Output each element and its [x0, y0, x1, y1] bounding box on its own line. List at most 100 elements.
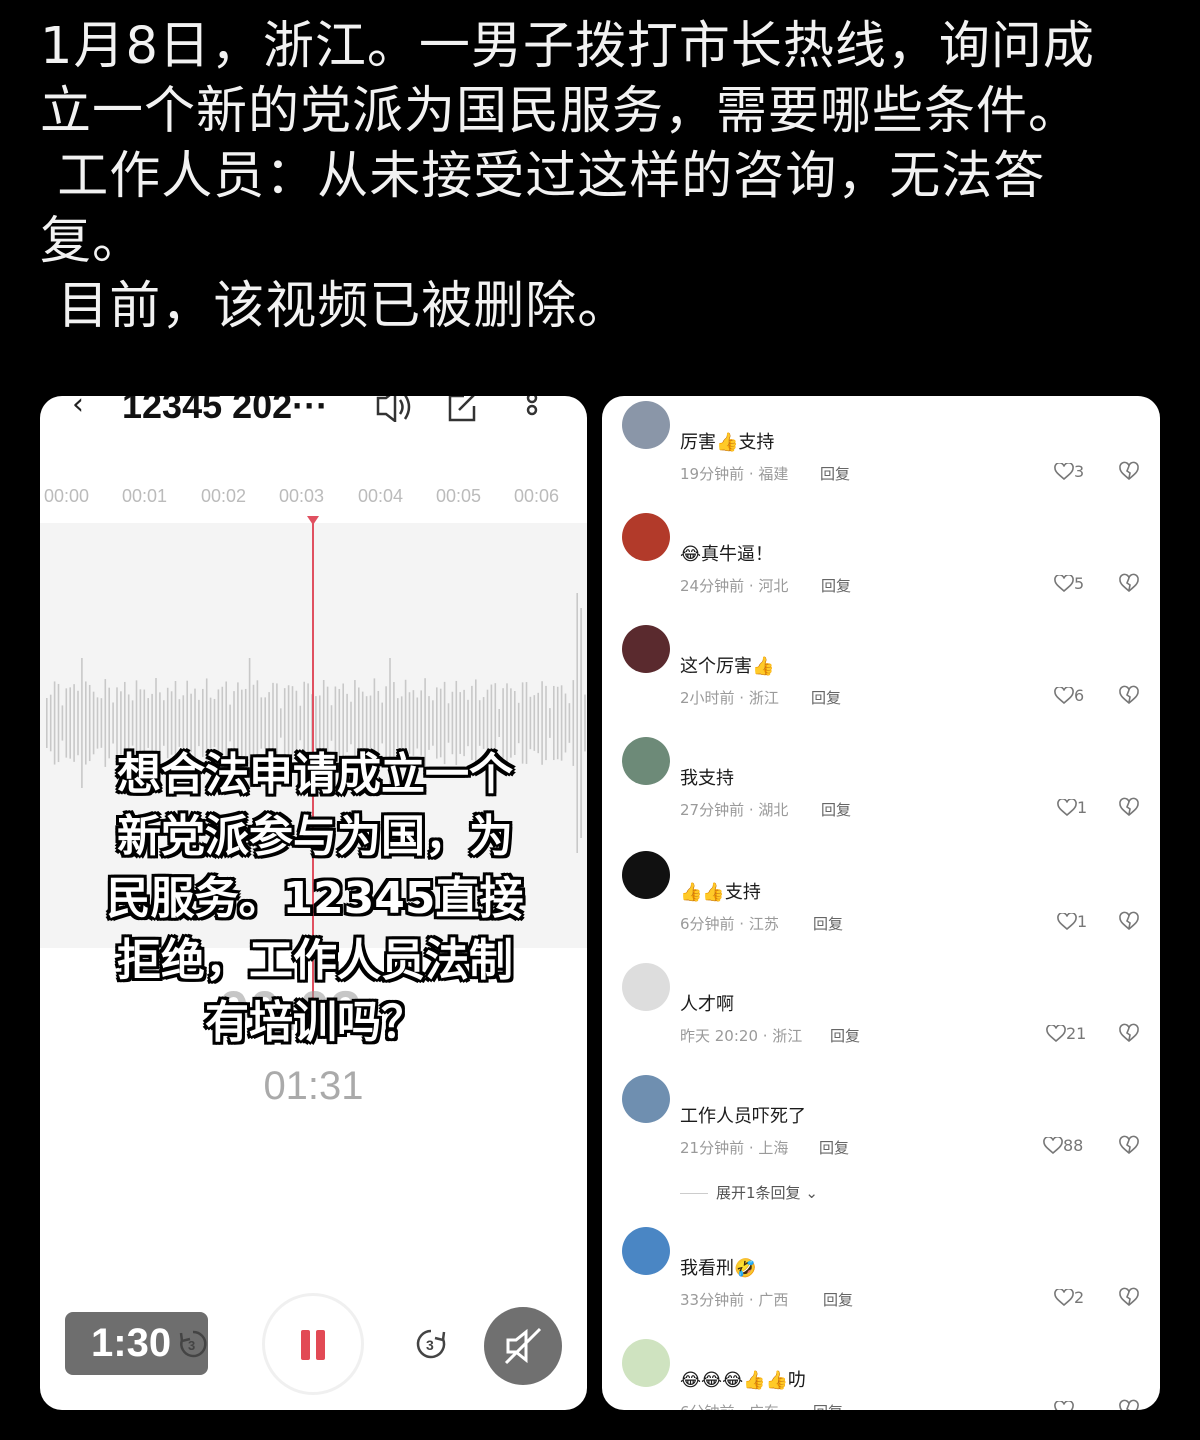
dislike-icon[interactable] — [1118, 911, 1140, 935]
waveform-bar — [428, 696, 430, 750]
waveform-bar — [553, 685, 555, 761]
like-button[interactable]: 88 — [1043, 1136, 1083, 1155]
like-button[interactable]: 3 — [1054, 462, 1084, 481]
comment-text: 😂真牛逼！ — [680, 544, 774, 565]
waveform-bar — [416, 697, 419, 749]
reply-button[interactable]: 回复 — [821, 575, 851, 596]
comment-meta: 6分钟前 · 江苏 — [680, 915, 779, 933]
divider — [680, 1193, 708, 1194]
expand-replies-link[interactable]: 展开1条回复 ⌄ — [680, 1182, 818, 1203]
like-button[interactable]: 1 — [1057, 912, 1087, 931]
dislike-icon[interactable] — [1118, 1023, 1140, 1047]
reply-button[interactable]: 回复 — [823, 1289, 853, 1310]
avatar[interactable] — [622, 737, 670, 785]
mute-button[interactable] — [484, 1307, 562, 1385]
waveform-bar — [365, 696, 368, 750]
dislike-icon[interactable] — [1118, 685, 1140, 709]
reply-button[interactable]: 回复 — [819, 1137, 849, 1158]
waveform-bar — [209, 697, 212, 749]
waveform-bar — [46, 698, 48, 748]
like-button[interactable]: 2 — [1054, 1288, 1084, 1307]
comment-item: 👍👍支持 6分钟前 · 江苏 回复 1 — [602, 846, 1160, 956]
caption-line: 有培训吗？ — [205, 997, 425, 1048]
like-button[interactable]: 6 — [1054, 686, 1084, 705]
headline-line: 目前，该视频已被删除。 — [40, 277, 630, 336]
waveform-bar — [96, 697, 99, 749]
reply-button[interactable]: 回复 — [821, 799, 851, 820]
back-arrow-icon[interactable]: ‹ — [72, 396, 84, 420]
expand-replies-label: 展开1条回复 — [716, 1184, 801, 1202]
waveform-bar — [61, 705, 64, 741]
dislike-icon[interactable] — [1118, 1287, 1140, 1311]
like-button[interactable]: 1 — [1057, 798, 1087, 817]
like-button[interactable]: 5 — [1054, 574, 1084, 593]
pause-button[interactable] — [265, 1296, 361, 1392]
svg-text:3: 3 — [426, 1337, 434, 1353]
waveform-bar — [77, 690, 79, 756]
dislike-icon[interactable] — [1118, 1399, 1140, 1410]
caption-line: 新党派参与为国，为 — [117, 811, 513, 862]
waveform-bar — [100, 698, 103, 748]
reply-button[interactable]: 回复 — [820, 463, 850, 484]
waveform-bar — [69, 687, 71, 759]
waveform-bar — [447, 703, 450, 743]
avatar[interactable] — [622, 625, 670, 673]
comment-item: 厉害👍支持 19分钟前 · 福建 回复 3 — [602, 396, 1160, 506]
video-caption: 想合法申请成立一个 新党派参与为国，为 民服务。12345直接 拒绝，工作人员法… — [80, 744, 550, 1054]
avatar[interactable] — [622, 963, 670, 1011]
like-count: 6 — [1074, 686, 1085, 705]
dislike-icon[interactable] — [1118, 1135, 1140, 1159]
heart-icon — [1054, 1400, 1074, 1410]
waveform-bar — [147, 698, 149, 748]
like-button[interactable] — [1054, 1400, 1074, 1410]
like-count: 1 — [1077, 912, 1088, 931]
waveform-bar — [560, 685, 563, 761]
like-count: 21 — [1066, 1024, 1087, 1043]
speaker-icon[interactable] — [375, 396, 411, 422]
avatar[interactable] — [622, 851, 670, 899]
waveform-bar — [73, 684, 75, 762]
caption-line: 想合法申请成立一个 — [117, 749, 513, 800]
timeline-tick: 00:02 — [201, 486, 247, 506]
waveform-bar — [163, 700, 165, 746]
waveform-bar — [280, 708, 282, 738]
like-button[interactable]: 21 — [1046, 1024, 1086, 1043]
dislike-icon[interactable] — [1118, 461, 1140, 485]
comment-meta: 昨天 20:20 · 浙江 — [680, 1027, 803, 1045]
comment-meta: 33分钟前 · 广西 — [680, 1291, 789, 1309]
waveform-bar — [229, 704, 231, 742]
more-icon[interactable] — [524, 396, 540, 422]
dislike-icon[interactable] — [1118, 573, 1140, 597]
waveform-bar — [260, 697, 263, 749]
rewind-3s-icon[interactable]: 3 — [177, 1328, 209, 1360]
heart-icon — [1046, 1024, 1066, 1043]
waveform-bar — [131, 700, 134, 746]
comment-meta: 21分钟前 · 上海 — [680, 1139, 789, 1157]
heart-icon — [1043, 1136, 1063, 1155]
like-count: 1 — [1077, 798, 1088, 817]
waveform-bar — [350, 701, 352, 745]
reply-button[interactable]: 回复 — [830, 1025, 860, 1046]
waveform-bar — [397, 698, 399, 748]
reply-button[interactable]: 回复 — [811, 687, 841, 708]
waveform-bar — [264, 697, 266, 749]
waveform-bar — [57, 683, 60, 763]
timeline-ruler: 00:00 00:01 00:02 00:03 00:04 00:05 00:0… — [40, 486, 587, 510]
comment-text: 👍👍支持 — [680, 882, 761, 903]
avatar[interactable] — [622, 1227, 670, 1275]
waveform-bar — [381, 702, 383, 744]
forward-3s-icon[interactable]: 3 — [414, 1327, 448, 1361]
recorder-top-bar: ‹ 12345 202··· — [40, 396, 587, 424]
avatar[interactable] — [622, 1075, 670, 1123]
avatar[interactable] — [622, 1339, 670, 1387]
dislike-icon[interactable] — [1118, 797, 1140, 821]
avatar[interactable] — [622, 401, 670, 449]
playback-controls: 1:30 3 3 — [40, 1286, 587, 1406]
reply-button[interactable]: 回复 — [813, 1401, 843, 1410]
waveform-bar — [330, 705, 333, 741]
waveform-bar — [315, 696, 317, 750]
avatar[interactable] — [622, 513, 670, 561]
edit-icon[interactable] — [447, 396, 479, 422]
reply-button[interactable]: 回复 — [813, 913, 843, 934]
heart-icon — [1054, 686, 1074, 705]
